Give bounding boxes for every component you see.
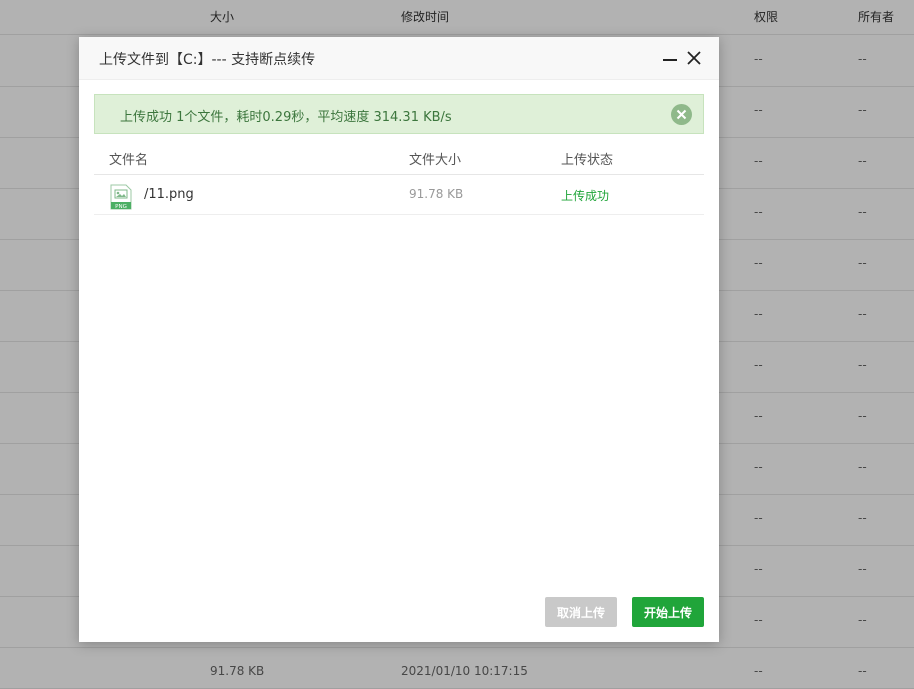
upload-success-alert: 上传成功 1个文件，耗时0.29秒，平均速度 314.31 KB/s: [94, 94, 704, 134]
close-icon: [687, 51, 701, 65]
alert-message: 上传成功 1个文件，耗时0.29秒，平均速度 314.31 KB/s: [120, 110, 452, 125]
png-file-icon: PNG: [110, 184, 132, 210]
start-upload-button[interactable]: 开始上传: [632, 597, 704, 627]
alert-close-button[interactable]: [671, 104, 692, 125]
dialog-titlebar: 上传文件到【C:】--- 支持断点续传: [79, 37, 719, 80]
close-button[interactable]: [685, 49, 703, 67]
icon-label: PNG: [115, 204, 127, 210]
file-name: /11.png: [144, 187, 194, 202]
dialog-title: 上传文件到【C:】--- 支持断点续传: [99, 52, 316, 68]
file-size: 91.78 KB: [409, 187, 464, 201]
column-file-name: 文件名: [109, 153, 149, 168]
close-icon: [676, 109, 687, 120]
minimize-icon: [663, 59, 677, 61]
upload-status: 上传成功: [561, 189, 610, 203]
upload-table-header: 文件名 文件大小 上传状态: [94, 141, 704, 175]
upload-dialog: 上传文件到【C:】--- 支持断点续传 上传成功 1个文件，耗时0.29秒，平均…: [79, 37, 719, 642]
column-file-size: 文件大小: [409, 153, 462, 168]
column-upload-status: 上传状态: [561, 153, 614, 168]
upload-file-row[interactable]: PNG /11.png 91.78 KB 上传成功: [94, 175, 704, 215]
minimize-button[interactable]: [661, 49, 679, 67]
cancel-upload-button[interactable]: 取消上传: [545, 597, 617, 627]
